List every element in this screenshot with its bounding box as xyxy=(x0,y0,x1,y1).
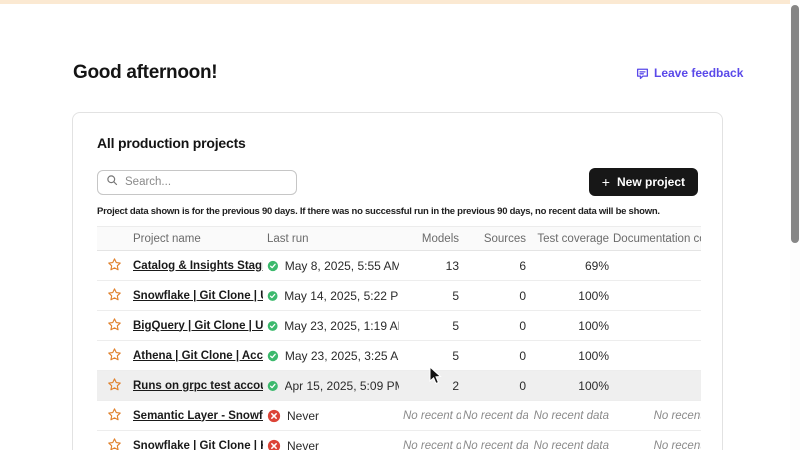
models-count: No recent data xyxy=(401,431,461,450)
plus-icon: + xyxy=(602,175,610,189)
table-row[interactable]: Snowflake | Git Clone | Key... Never No … xyxy=(97,431,701,450)
table-header-row: Project name Last run Models Sources Tes… xyxy=(97,227,701,251)
sources-count: 0 xyxy=(461,371,528,401)
sources-count: 0 xyxy=(461,311,528,341)
test-coverage-value: 100% xyxy=(528,371,611,401)
project-link[interactable]: Semantic Layer - Snowflake xyxy=(133,410,263,422)
col-project-name: Project name xyxy=(131,227,265,251)
page-title: Good afternoon! xyxy=(73,62,217,84)
run-success-icon xyxy=(267,289,278,303)
last-run-timestamp: May 23, 2025, 1:19 AM BS xyxy=(284,319,399,333)
last-run-timestamp: May 23, 2025, 3:25 AM B xyxy=(285,349,399,363)
run-success-icon xyxy=(267,259,279,273)
card-title: All production projects xyxy=(97,135,698,151)
project-link[interactable]: Athena | Git Clone | Acces... xyxy=(133,350,263,362)
doc-coverage-value xyxy=(611,281,701,311)
page-scrollbar[interactable] xyxy=(790,0,800,450)
test-coverage-value: 100% xyxy=(528,311,611,341)
sources-count: 6 xyxy=(461,251,528,281)
project-link[interactable]: BigQuery | Git Clone | User... xyxy=(133,320,263,332)
search-box[interactable] xyxy=(97,170,297,195)
feedback-bubble-icon xyxy=(636,67,649,80)
table-row-hovered[interactable]: Runs on grpc test account Apr 15, 2025, … xyxy=(97,371,701,401)
data-range-notice: Project data shown is for the previous 9… xyxy=(97,206,698,217)
projects-card: All production projects + New project Pr… xyxy=(72,112,723,450)
run-success-icon xyxy=(267,349,279,363)
projects-table-wrap: Project name Last run Models Sources Tes… xyxy=(97,226,701,450)
search-icon xyxy=(106,173,118,191)
table-row[interactable]: BigQuery | Git Clone | User... May 23, 2… xyxy=(97,311,701,341)
table-row[interactable]: Semantic Layer - Snowflake Never No rece… xyxy=(97,401,701,431)
col-models: Models xyxy=(401,227,461,251)
models-count: 5 xyxy=(401,341,461,371)
col-last-run: Last run xyxy=(265,227,401,251)
col-star xyxy=(97,227,131,251)
favorite-star-icon[interactable] xyxy=(107,437,122,450)
project-link[interactable]: Runs on grpc test account xyxy=(133,380,263,392)
scrollbar-thumb[interactable] xyxy=(791,5,799,243)
doc-coverage-value: No recent data xyxy=(611,431,701,450)
run-success-icon xyxy=(267,319,278,333)
sources-count: 0 xyxy=(461,341,528,371)
search-input[interactable] xyxy=(125,176,288,188)
new-project-label: New project xyxy=(617,175,685,189)
favorite-star-icon[interactable] xyxy=(107,317,122,332)
test-coverage-value: No recent data xyxy=(528,431,611,450)
project-link[interactable]: Catalog & Insights Staging... xyxy=(133,260,263,272)
sources-count: No recent data xyxy=(461,431,528,450)
project-link[interactable]: Snowflake | Git Clone | Use... xyxy=(133,290,263,302)
doc-coverage-value: No recent data xyxy=(611,401,701,431)
test-coverage-value: 100% xyxy=(528,341,611,371)
favorite-star-icon[interactable] xyxy=(107,347,122,362)
col-doc-coverage: Documentation coverage xyxy=(611,227,701,251)
favorite-star-icon[interactable] xyxy=(107,257,122,272)
table-row[interactable]: Snowflake | Git Clone | Use... May 14, 2… xyxy=(97,281,701,311)
col-sources: Sources xyxy=(461,227,528,251)
col-test-coverage: Test coverage xyxy=(528,227,611,251)
doc-coverage-value xyxy=(611,251,701,281)
last-run-timestamp: Never xyxy=(287,439,319,450)
table-row[interactable]: Athena | Git Clone | Acces... May 23, 20… xyxy=(97,341,701,371)
run-never-icon xyxy=(267,409,281,423)
models-count: 13 xyxy=(401,251,461,281)
doc-coverage-value xyxy=(611,371,701,401)
doc-coverage-value xyxy=(611,341,701,371)
new-project-button[interactable]: + New project xyxy=(589,168,698,196)
run-success-icon xyxy=(267,379,279,393)
models-count: No recent data xyxy=(401,401,461,431)
favorite-star-icon[interactable] xyxy=(107,287,122,302)
project-link[interactable]: Snowflake | Git Clone | Key... xyxy=(133,440,263,450)
run-never-icon xyxy=(267,439,281,450)
sources-count: 0 xyxy=(461,281,528,311)
favorite-star-icon[interactable] xyxy=(107,407,122,422)
models-count: 2 xyxy=(401,371,461,401)
projects-table: Project name Last run Models Sources Tes… xyxy=(97,226,701,450)
table-row[interactable]: Catalog & Insights Staging... May 8, 202… xyxy=(97,251,701,281)
last-run-timestamp: Apr 15, 2025, 5:09 PM BS xyxy=(285,379,400,393)
leave-feedback-link[interactable]: Leave feedback xyxy=(636,66,743,80)
models-count: 5 xyxy=(401,311,461,341)
test-coverage-value: 69% xyxy=(528,251,611,281)
top-accent-bar xyxy=(0,0,800,4)
leave-feedback-label: Leave feedback xyxy=(654,66,743,80)
last-run-timestamp: May 14, 2025, 5:22 PM BS xyxy=(284,289,399,303)
test-coverage-value: No recent data xyxy=(528,401,611,431)
favorite-star-icon[interactable] xyxy=(107,377,122,392)
last-run-timestamp: Never xyxy=(287,409,319,423)
sources-count: No recent data xyxy=(461,401,528,431)
doc-coverage-value xyxy=(611,311,701,341)
last-run-timestamp: May 8, 2025, 5:55 AM BS xyxy=(285,259,399,273)
models-count: 5 xyxy=(401,281,461,311)
test-coverage-value: 100% xyxy=(528,281,611,311)
